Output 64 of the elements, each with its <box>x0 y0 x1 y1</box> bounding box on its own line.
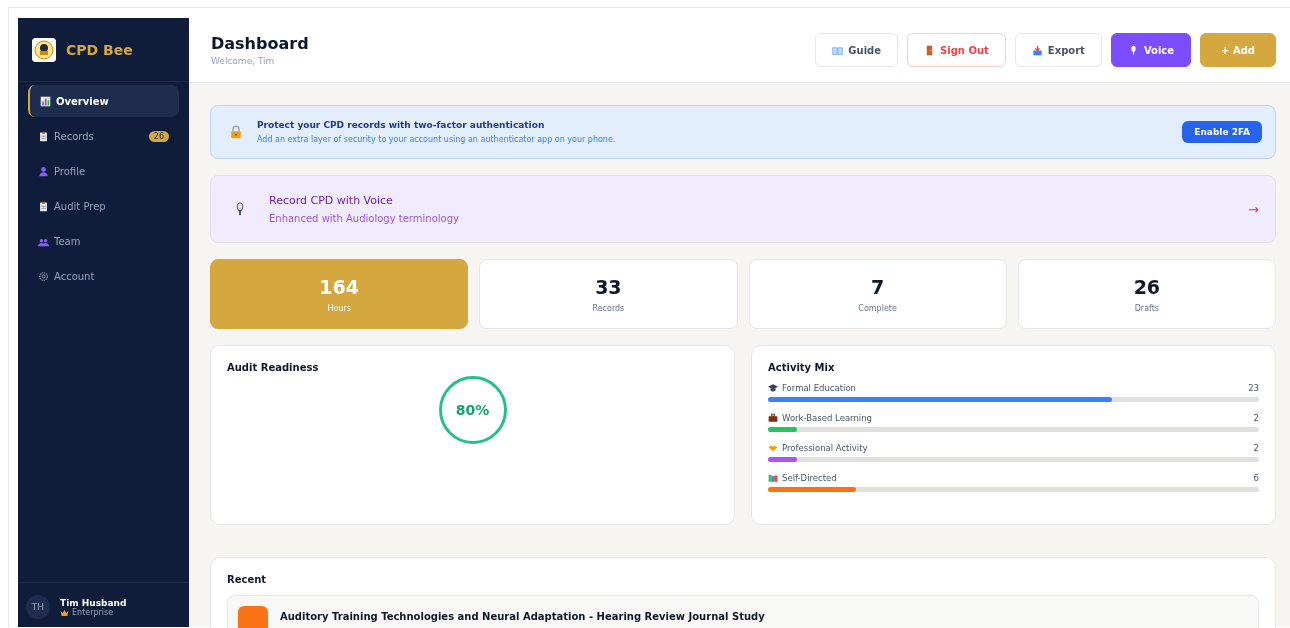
arrow-icon[interactable]: → <box>1248 201 1259 217</box>
activity-label: Self-Directed <box>782 473 837 483</box>
activity-label: Professional Activity <box>782 443 868 453</box>
banner-title: Protect your CPD records with two-factor authentication <box>257 120 546 130</box>
lock-icon <box>229 125 243 139</box>
activity-label: Formal Education <box>782 383 856 393</box>
plan-label: Enterprise <box>72 607 114 617</box>
stat-label: Records <box>592 303 625 313</box>
stat-value: 26 <box>1133 275 1161 298</box>
gear-icon <box>38 270 49 282</box>
bee-logo-icon <box>32 37 56 62</box>
header-button[interactable]: Export <box>1014 33 1102 67</box>
sidebar-item[interactable]: Account <box>28 260 179 292</box>
handshake-icon <box>768 443 778 453</box>
banner-text: Enhanced with Audiology terminology <box>269 213 459 224</box>
stat-label: Hours <box>327 303 351 313</box>
stat-label: Complete <box>858 303 897 313</box>
header-button[interactable]: Sign Out <box>907 33 1006 67</box>
sidebar-item[interactable]: Audit Prep <box>28 190 179 222</box>
header-button[interactable]: Voice <box>1110 33 1192 67</box>
inbox-icon <box>1031 44 1043 56</box>
brand-name: CPD Bee <box>66 41 133 58</box>
count-badge: 26 <box>148 130 169 142</box>
card-title: Recent <box>227 574 268 585</box>
stat-label: Drafts <box>1134 303 1160 313</box>
welcome-text: Welcome, Tim <box>211 56 276 66</box>
books-icon <box>768 473 778 483</box>
person-icon <box>38 165 49 177</box>
record-title: Auditory Training Technologies and Neural Adaptation - Hearing Review Journal Study <box>280 611 765 622</box>
stat-value: 164 <box>319 275 359 298</box>
voice-banner[interactable]: Record CPD with Voice Enhanced with Audiology terminology → <box>210 175 1276 243</box>
activity-count: 23 <box>1248 383 1259 393</box>
progress-ring: 80% <box>438 376 507 444</box>
page-title: Dashboard <box>211 34 309 53</box>
graduation-cap-icon <box>768 383 778 393</box>
stat-card[interactable]: 33 Records <box>479 259 738 329</box>
user-avatar: TH <box>26 595 50 619</box>
user-name: Tim Husband <box>60 597 127 608</box>
header-button[interactable]: Guide <box>815 33 899 67</box>
stat-value: 33 <box>595 275 622 298</box>
briefcase-icon <box>768 413 778 423</box>
card-title: Activity Mix <box>768 362 836 373</box>
stat-card[interactable]: 26 Drafts <box>1017 259 1276 329</box>
sidebar-item[interactable]: Records 26 <box>28 120 179 152</box>
recent-item[interactable]: Auditory Training Technologies and Neural Adaptation - Hearing Review Journal Study <box>227 595 1259 628</box>
record-icon <box>238 606 268 628</box>
sidebar-item[interactable]: Team <box>28 225 179 257</box>
crown-icon <box>60 607 69 617</box>
activity-label: Work-Based Learning <box>782 413 872 423</box>
sidebar-item[interactable]: Overview <box>28 85 179 117</box>
activity-count: 6 <box>1253 473 1259 483</box>
book-icon <box>832 44 844 56</box>
banner-title: Record CPD with Voice <box>269 194 394 207</box>
enable-2fa-button[interactable]: Enable 2FA <box>1182 121 1262 143</box>
stat-value: 7 <box>871 275 885 298</box>
clipboard-icon <box>38 200 49 212</box>
card-title: Audit Readiness <box>227 362 320 373</box>
sidebar-item[interactable]: Profile <box>28 155 179 187</box>
chart-icon <box>40 95 51 107</box>
stat-card[interactable]: 7 Complete <box>748 259 1007 329</box>
clipboard-icon <box>38 130 49 142</box>
activity-count: 2 <box>1253 443 1259 453</box>
activity-count: 2 <box>1253 413 1259 423</box>
banner-text: Add an extra layer of security to your account using an authenticator app on your phone. <box>257 135 616 144</box>
